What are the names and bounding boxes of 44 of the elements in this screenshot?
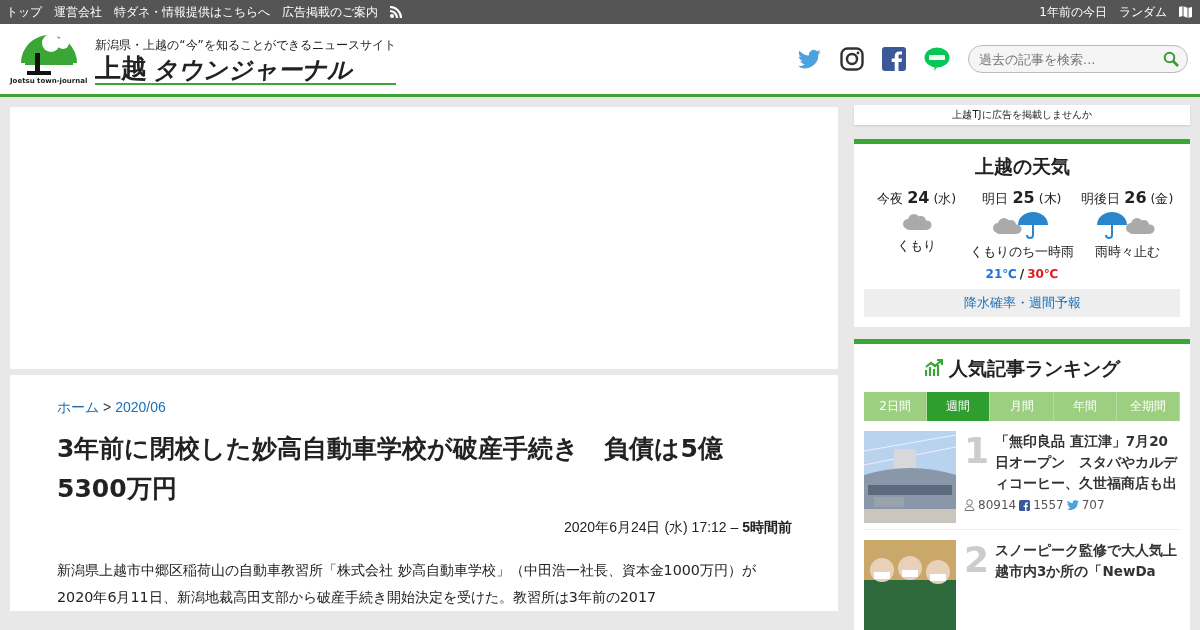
rss-icon[interactable] bbox=[390, 6, 402, 18]
breadcrumb-link[interactable]: ホーム bbox=[57, 399, 99, 417]
article-title: 3年前に閉校した妙高自動車学校が破産手続き 負債は5億5300万円 bbox=[57, 433, 724, 505]
bird-icon[interactable] bbox=[798, 49, 822, 69]
tagline: 新潟県・上越の“今”を知ることができるニュースサイト bbox=[95, 37, 396, 55]
day-label: 明日 25 (木) bbox=[982, 188, 1062, 208]
bird-icon bbox=[1066, 500, 1079, 510]
breadcrumb-separator: > bbox=[103, 399, 112, 417]
temperature-separator: / bbox=[1019, 267, 1025, 281]
nav-link[interactable]: ランダム bbox=[1119, 3, 1167, 21]
day-label: 明後日 26 (金) bbox=[1081, 188, 1174, 208]
forecast-text: 雨時々止む bbox=[1094, 243, 1160, 261]
map-icon[interactable] bbox=[1179, 6, 1192, 18]
person-icon bbox=[964, 499, 975, 511]
day-label: 今夜 24 (水) bbox=[877, 188, 957, 208]
tweet-count: 707 bbox=[1081, 498, 1105, 512]
high-temperature: 30℃ bbox=[1027, 267, 1059, 281]
view-count: 80914 bbox=[978, 498, 1017, 512]
nav-link[interactable]: 1年前の今日 bbox=[1039, 3, 1107, 21]
chart-icon bbox=[924, 359, 943, 377]
article-body: 新潟県上越市中郷区稲荷山の自動車教習所「株式会社 妙高自動車学校」（中田浩一社長、資本金1000万円）が2020年6月11日、新潟地裁高田支部から破産手続き開始決定を受けた。教習所は3年前の2017 bbox=[57, 561, 757, 607]
forecast-text: くもりのち一時雨 bbox=[970, 243, 1074, 261]
nav-link[interactable]: 特ダネ・情報提供はこちらへ bbox=[114, 3, 270, 21]
panel-title: 上越の天気 bbox=[973, 154, 1071, 179]
low-temperature: 21℃ bbox=[985, 267, 1017, 281]
forecast-text: くもり bbox=[897, 237, 937, 255]
nav-link[interactable]: 広告掲載のご案内 bbox=[282, 3, 378, 21]
search-icon[interactable] bbox=[1163, 51, 1179, 67]
share-count: 1557 bbox=[1033, 498, 1064, 512]
breadcrumb-link[interactable]: 2020/06 bbox=[115, 399, 166, 417]
facebook-icon[interactable] bbox=[882, 47, 906, 71]
camera-icon[interactable] bbox=[840, 47, 864, 71]
article-link[interactable]: 「無印良品 直江津」7月20日オープン スタバやカルディコーヒー、久世福商店も出 bbox=[995, 431, 1180, 494]
logo-kana: タウンジャーナル bbox=[153, 56, 353, 83]
search-field[interactable]: 過去の記事を検索... bbox=[968, 45, 1188, 73]
facebook-icon bbox=[1019, 499, 1031, 511]
article-date: 2020年6月24日 (水) 17:12 – 5時間前 bbox=[563, 519, 792, 537]
nav-link[interactable]: 運営会社 bbox=[54, 3, 102, 21]
article-link[interactable]: スノーピーク監修で大人気上越市内3か所の「NewDa bbox=[995, 540, 1180, 582]
nav-link[interactable]: トップ bbox=[6, 3, 42, 21]
logo-kanji: 上越 bbox=[95, 54, 148, 83]
panel-title: 人気記事ランキング bbox=[948, 356, 1120, 381]
forecast-link[interactable]: 降水確率・週間予報 bbox=[864, 289, 1180, 317]
ad-link[interactable]: 上越TJに広告を掲載しませんか bbox=[854, 105, 1190, 125]
